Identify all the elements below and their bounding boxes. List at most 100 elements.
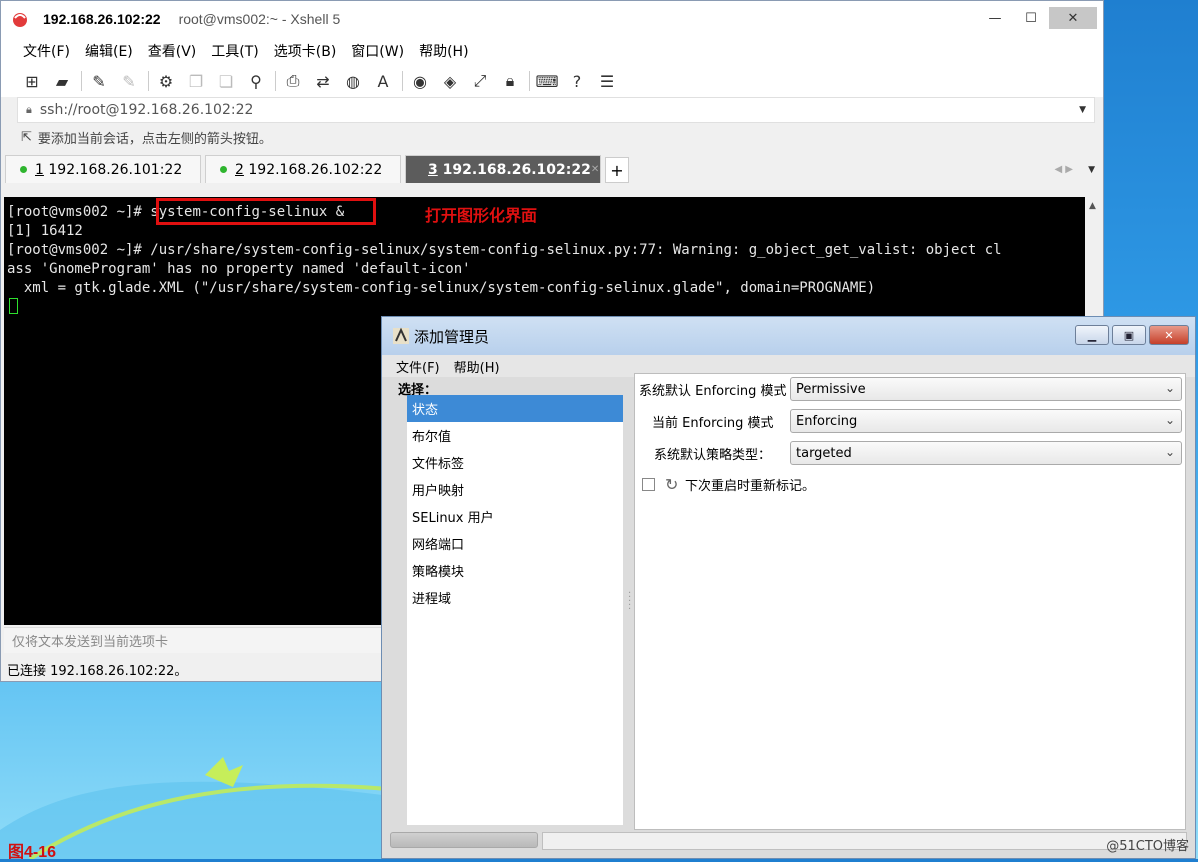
selinux-admin-dialog: 添加管理员 ▁ ▣ ✕ 文件(F) 帮助(H) 选择： 状态 布尔值 文件标签 … — [381, 316, 1196, 859]
command-highlight-box — [156, 198, 376, 225]
tab-1[interactable]: 1 192.168.26.101:22 — [5, 155, 201, 183]
toolbar-separator — [529, 71, 530, 91]
tab-nav-arrows-icon[interactable]: ◀ ▶ — [1054, 164, 1073, 175]
policy-type-select[interactable]: targeted ⌄ — [790, 441, 1182, 465]
tab-close-icon[interactable]: ✕ — [591, 164, 599, 175]
fullscreen-icon[interactable]: ⤢ — [469, 70, 491, 92]
compose-placeholder: 仅将文本发送到当前选项卡 — [12, 635, 169, 650]
terminal-cursor — [9, 298, 18, 314]
tab-2[interactable]: 2 192.168.26.102:22 — [205, 155, 401, 183]
terminal-prompt: [root@vms002 ~]# — [7, 204, 142, 220]
chat-icon[interactable]: ☰ — [596, 70, 618, 92]
title-ip: 192.168.26.102:22 — [43, 11, 161, 27]
relabel-checkbox[interactable] — [642, 478, 655, 491]
default-mode-select[interactable]: Permissive ⌄ — [790, 377, 1182, 401]
properties-icon[interactable]: ⚙ — [155, 70, 177, 92]
category-list: 状态 布尔值 文件标签 用户映射 SELinux 用户 网络端口 策略模块 进程… — [407, 395, 623, 825]
xshell-logo-icon[interactable]: ◉ — [409, 70, 431, 92]
status-text: 已连接 192.168.26.102:22。 — [7, 663, 188, 679]
address-bar[interactable]: 🔒︎ ssh://root@192.168.26.102:22 ▼ — [17, 97, 1095, 123]
paste-icon[interactable]: ❏ — [215, 70, 237, 92]
dialog-close-button[interactable]: ✕ — [1149, 325, 1189, 345]
tab-menu-chevron-icon[interactable]: ▼ — [1088, 165, 1095, 175]
menu-window[interactable]: 窗口(W) — [351, 41, 404, 61]
list-item-status[interactable]: 状态 — [407, 395, 623, 422]
search-icon[interactable]: ⚲ — [245, 70, 267, 92]
transfer-icon[interactable]: ⇄ — [312, 70, 334, 92]
policy-type-value: targeted — [796, 445, 852, 461]
toolbar: ⊞ ▰ ✎ ✎ ⚙ ❐ ❏ ⚲ ⎙ ⇄ ◍ A ◉ ◈ ⤢ 🔒︎ ⌨ ? ☰ — [1, 65, 1103, 97]
font-icon[interactable]: A — [372, 70, 394, 92]
connected-dot — [20, 166, 27, 173]
list-item-process-domains[interactable]: 进程域 — [407, 584, 623, 611]
tab-label: 192.168.26.102:22 — [248, 161, 383, 178]
copy-icon[interactable]: ❐ — [185, 70, 207, 92]
current-mode-value: Enforcing — [796, 413, 858, 429]
list-item-file-labels[interactable]: 文件标签 — [407, 449, 623, 476]
menu-view[interactable]: 查看(V) — [148, 41, 197, 61]
globe-icon[interactable]: ◍ — [342, 70, 364, 92]
maximize-button[interactable]: ☐ — [1013, 7, 1049, 29]
list-item-booleans[interactable]: 布尔值 — [407, 422, 623, 449]
add-tab-button[interactable]: + — [605, 157, 629, 183]
lock-small-icon: 🔒︎ — [26, 103, 32, 116]
arrow-icon[interactable]: ⇱ — [21, 130, 32, 145]
policy-type-label: 系统默认策略类型： — [654, 447, 772, 463]
current-mode-select[interactable]: Enforcing ⌄ — [790, 409, 1182, 433]
toolbar-separator — [148, 71, 149, 91]
figure-label: 图4-16 — [8, 844, 57, 861]
menu-file[interactable]: 文件(F) — [23, 41, 70, 61]
disconnect-icon[interactable]: ✎ — [118, 70, 140, 92]
menu-tabs[interactable]: 选项卡(B) — [274, 41, 337, 61]
dialog-menu-file[interactable]: 文件(F) — [396, 357, 440, 376]
list-item-network-ports[interactable]: 网络端口 — [407, 530, 623, 557]
dialog-status-bar — [542, 832, 1187, 850]
hint-text: 要添加当前会话，点击左侧的箭头按钮。 — [37, 131, 272, 147]
default-mode-label: 系统默认 Enforcing 模式 — [639, 383, 787, 399]
chevron-down-icon: ⌄ — [1164, 445, 1175, 459]
connected-dot — [220, 166, 227, 173]
list-item-policy-modules[interactable]: 策略模块 — [407, 557, 623, 584]
keyboard-icon[interactable]: ⌨ — [535, 70, 558, 92]
xshell-app-icon — [13, 13, 27, 27]
new-session-icon[interactable]: ⊞ — [21, 70, 43, 92]
list-item-user-mapping[interactable]: 用户映射 — [407, 476, 623, 503]
tab-number: 2 — [235, 161, 244, 178]
refresh-icon: ↻ — [665, 474, 679, 494]
horizontal-scrollbar[interactable] — [390, 832, 538, 848]
menu-edit[interactable]: 编辑(E) — [85, 41, 133, 61]
tab-bar: 1 192.168.26.101:22 2 192.168.26.102:22 … — [1, 151, 1103, 183]
open-folder-icon[interactable]: ▰ — [51, 70, 73, 92]
terminal-line-3: [root@vms002 ~]# /usr/share/system-confi… — [7, 242, 1002, 258]
tab-number: 3 — [428, 161, 438, 178]
help-icon[interactable]: ? — [566, 70, 588, 92]
list-item-selinux-users[interactable]: SELinux 用户 — [407, 503, 623, 530]
menu-tools[interactable]: 工具(T) — [211, 41, 258, 61]
chevron-down-icon[interactable]: ▼ — [1079, 105, 1086, 115]
title-subtitle: root@vms002:~ - Xshell 5 — [178, 11, 341, 27]
toolbar-separator — [402, 71, 403, 91]
minimize-button[interactable]: — — [977, 7, 1013, 29]
tab-3[interactable]: 3 192.168.26.102:22 ✕ — [405, 155, 601, 183]
lock-icon[interactable]: 🔒︎ — [499, 70, 521, 92]
dialog-window-controls: ▁ ▣ ✕ — [1072, 325, 1189, 345]
dialog-minimize-button[interactable]: ▁ — [1075, 325, 1109, 345]
dialog-maximize-button[interactable]: ▣ — [1112, 325, 1146, 345]
session-hint: ⇱ 要添加当前会话，点击左侧的箭头按钮。 — [1, 123, 1103, 151]
pane-splitter-grip[interactable]: · · · · · — [628, 589, 631, 615]
terminal-line-4: ass 'GnomeProgram' has no property named… — [7, 261, 471, 277]
tab-number: 1 — [35, 161, 44, 178]
chevron-down-icon: ⌄ — [1164, 413, 1175, 427]
relabel-row: ↻ 下次重启时重新标记。 — [642, 475, 815, 494]
dialog-menu-help[interactable]: 帮助(H) — [454, 357, 500, 376]
selinux-app-icon — [393, 327, 409, 344]
desktop-wallpaper-swoosh — [0, 757, 420, 859]
default-mode-value: Permissive — [796, 381, 866, 397]
scroll-up-icon[interactable]: ▲ — [1089, 201, 1096, 211]
terminal-line-5: xml = gtk.glade.XML ("/usr/share/system-… — [7, 280, 876, 296]
connect-icon[interactable]: ✎ — [88, 70, 110, 92]
close-button[interactable]: ✕ — [1049, 7, 1097, 29]
print-icon[interactable]: ⎙ — [282, 70, 304, 92]
menu-help[interactable]: 帮助(H) — [419, 41, 468, 61]
xftp-icon[interactable]: ◈ — [439, 70, 461, 92]
